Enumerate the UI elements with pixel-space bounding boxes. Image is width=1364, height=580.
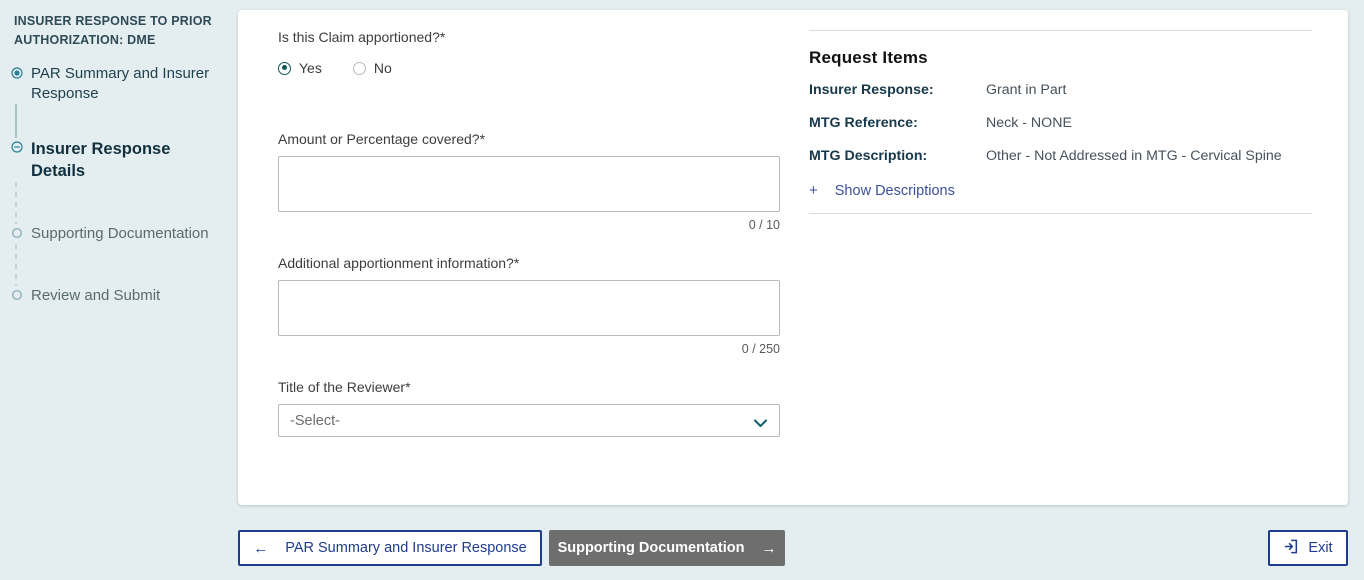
sign-out-icon [1283, 539, 1298, 558]
previous-step-label: PAR Summary and Insurer Response [285, 540, 527, 556]
sidebar-step-label: PAR Summary and Insurer Response [31, 64, 224, 104]
request-item-row: Insurer Response: Grant in Part [809, 80, 1312, 100]
request-item-row: MTG Description: Other - Not Addressed i… [809, 146, 1312, 166]
exit-button[interactable]: Exit [1268, 530, 1348, 566]
wizard-sidebar: INSURER RESPONSE TO PRIOR AUTHORIZATION:… [0, 0, 238, 580]
request-item-row: MTG Reference: Neck - NONE [809, 113, 1312, 133]
divider-top [809, 30, 1312, 31]
sidebar-step-supporting-documentation[interactable]: Supporting Documentation [11, 224, 224, 244]
next-step-label: Supporting Documentation [558, 540, 745, 556]
sidebar-step-par-summary[interactable]: PAR Summary and Insurer Response [11, 64, 224, 104]
exit-label: Exit [1308, 540, 1332, 556]
sidebar-step-label: Insurer Response Details [31, 138, 224, 182]
next-step-button[interactable]: Supporting Documentation → [549, 530, 785, 566]
request-items-title: Request Items [809, 48, 1312, 68]
request-item-value: Neck - NONE [986, 113, 1072, 133]
request-item-key: MTG Reference: [809, 113, 986, 133]
sidebar-step-review-and-submit[interactable]: Review and Submit [11, 286, 224, 306]
show-descriptions-label: Show Descriptions [835, 183, 955, 199]
sidebar-step-insurer-response-details[interactable]: Insurer Response Details [11, 138, 224, 182]
additional-info-label: Additional apportionment information?* [278, 254, 780, 272]
sidebar-step-label: Supporting Documentation [31, 224, 224, 244]
radio-option-yes[interactable]: Yes [278, 60, 322, 76]
insurer-response-form: Is this Claim apportioned?* Yes No Amoun… [278, 28, 780, 437]
claim-apportioned-label: Is this Claim apportioned?* [278, 28, 780, 46]
amount-covered-counter: 0 / 10 [278, 218, 780, 232]
amount-covered-label: Amount or Percentage covered?* [278, 130, 780, 148]
radio-label-no: No [374, 60, 392, 76]
show-descriptions-toggle[interactable]: + Show Descriptions [809, 183, 1312, 199]
field-amount-or-percentage: Amount or Percentage covered?* 0 / 10 [278, 130, 780, 232]
step-connector-dashed [15, 182, 17, 224]
sidebar-step-label: Review and Submit [31, 286, 224, 306]
claim-apportioned-radio-group[interactable]: Yes No [278, 60, 780, 76]
field-additional-apportionment: Additional apportionment information?* 0… [278, 254, 780, 356]
request-item-value: Other - Not Addressed in MTG - Cervical … [986, 146, 1282, 166]
arrow-left-icon: ← [253, 541, 268, 556]
reviewer-title-select[interactable]: -Select- [278, 404, 780, 437]
additional-info-input[interactable] [278, 280, 780, 336]
step-done-icon [11, 66, 23, 78]
request-item-key: Insurer Response: [809, 80, 986, 100]
main-content-card: Is this Claim apportioned?* Yes No Amoun… [238, 10, 1348, 505]
radio-option-no[interactable]: No [353, 60, 392, 76]
reviewer-title-label: Title of the Reviewer* [278, 378, 780, 396]
request-item-key: MTG Description: [809, 146, 986, 166]
plus-icon: + [809, 183, 818, 198]
previous-step-button[interactable]: ← PAR Summary and Insurer Response [238, 530, 542, 566]
step-todo-icon [11, 288, 23, 300]
request-item-value: Grant in Part [986, 80, 1066, 100]
additional-info-counter: 0 / 250 [278, 342, 780, 356]
radio-label-yes: Yes [299, 60, 322, 76]
radio-unselected-icon[interactable] [353, 62, 366, 75]
amount-covered-input[interactable] [278, 156, 780, 212]
field-title-of-reviewer: Title of the Reviewer* -Select- [278, 378, 780, 437]
divider-bottom [809, 213, 1312, 214]
step-todo-icon [11, 226, 23, 238]
request-items-panel: Request Items Insurer Response: Grant in… [809, 30, 1312, 214]
radio-selected-icon[interactable] [278, 62, 291, 75]
arrow-right-icon: → [761, 541, 776, 556]
step-connector-dashed [15, 244, 17, 286]
step-current-icon [11, 140, 23, 152]
field-claim-apportioned: Is this Claim apportioned?* Yes No [278, 28, 780, 76]
step-connector-solid [15, 104, 17, 138]
sidebar-title: INSURER RESPONSE TO PRIOR AUTHORIZATION:… [14, 12, 224, 50]
reviewer-title-select-wrap: -Select- [278, 404, 780, 437]
